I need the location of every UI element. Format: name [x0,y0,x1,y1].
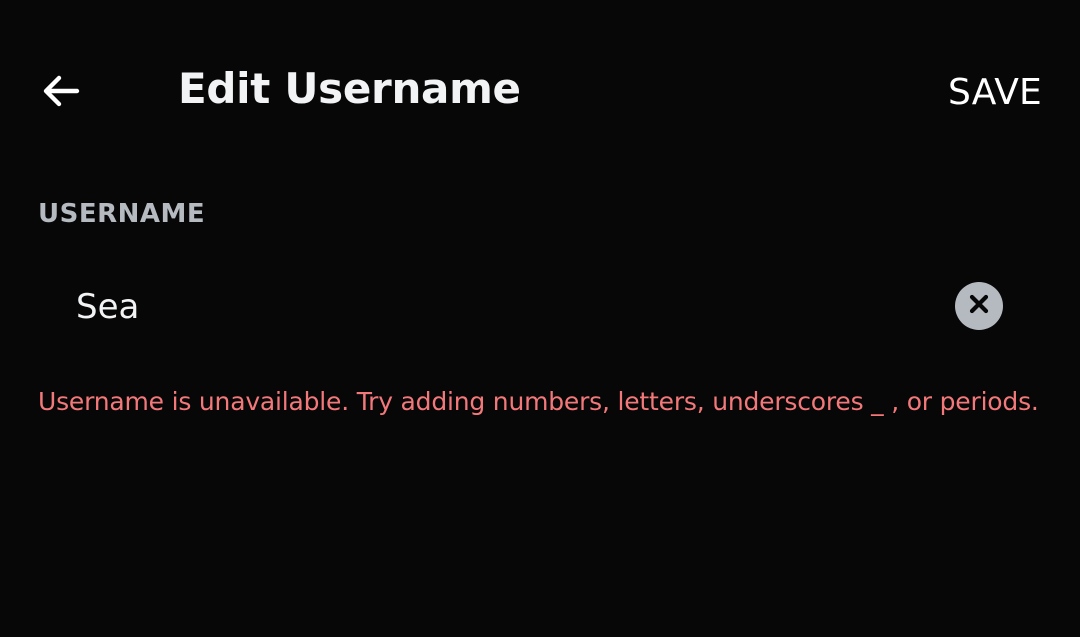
username-input[interactable] [76,281,936,333]
username-input-row [38,263,1042,351]
arrow-left-icon [39,69,83,117]
page-title: Edit Username [178,64,521,113]
back-button[interactable] [32,64,90,122]
close-circle-icon [967,292,991,320]
clear-input-button[interactable] [955,282,1003,330]
username-section-label: USERNAME [38,199,206,229]
top-app-bar: Edit Username SAVE [0,0,1080,180]
username-error-message: Username is unavailable. Try adding numb… [38,387,1039,416]
save-button[interactable]: SAVE [948,70,1042,116]
